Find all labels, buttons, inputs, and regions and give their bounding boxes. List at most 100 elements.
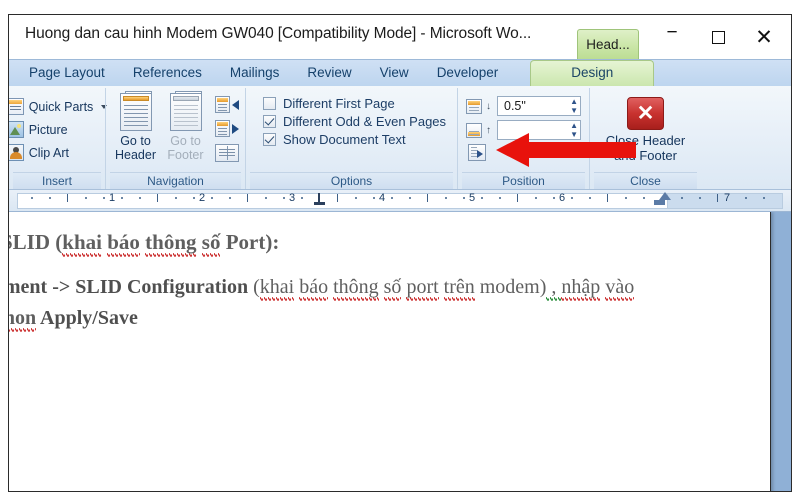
tab-references[interactable]: References <box>119 61 216 86</box>
clip-art-icon <box>9 144 24 161</box>
stepper-down-icon[interactable]: ▼ <box>570 131 578 139</box>
misspelled-word: trên <box>443 276 475 303</box>
ruler-tick <box>589 197 591 199</box>
tab-review[interactable]: Review <box>293 61 365 86</box>
window-controls: − ✕ <box>649 19 787 55</box>
document-line-1: SLID (khai báo thông số Port): <box>9 230 279 255</box>
tab-view[interactable]: View <box>366 61 423 86</box>
line3-bold-text: Apply/Save <box>36 307 138 329</box>
close-icon[interactable]: ✕ <box>741 20 787 54</box>
stepper-down-icon[interactable]: ▼ <box>570 107 578 115</box>
stepper-up-icon[interactable]: ▲ <box>570 98 578 106</box>
misspelled-word: khai <box>62 230 102 259</box>
ribbon-group-navigation: Go to Header Go to Footer Navigation <box>105 88 245 189</box>
ruler-half-tick <box>67 194 68 202</box>
ruler-number-3: 3 <box>288 192 296 204</box>
tab-page-layout[interactable]: Page Layout <box>15 61 119 86</box>
go-to-footer-button[interactable]: Go to Footer <box>161 91 211 162</box>
close-button-label-line2: and Footer <box>614 148 677 163</box>
ribbon-tab-strip: Page Layout References Mailings Review V… <box>9 59 791 86</box>
insert-alignment-tab-row <box>466 144 581 161</box>
indent-marker-base[interactable] <box>654 200 665 205</box>
header-from-top-icon <box>466 98 482 114</box>
options-group-label: Options <box>250 172 453 189</box>
ruler-tick <box>445 197 447 199</box>
options-group-body: Different First Page Different Odd & Eve… <box>257 90 446 172</box>
close-header-and-footer-button[interactable]: ✕ Close Header and Footer <box>605 93 686 163</box>
insert-alignment-tab-icon[interactable] <box>468 144 486 161</box>
stepper-buttons[interactable]: ▲ ▼ <box>570 122 578 139</box>
misspelled-word: vào <box>605 276 635 303</box>
link-to-previous-icon <box>214 143 239 162</box>
close-header-footer-icon: ✕ <box>627 97 664 130</box>
clip-art-label: Clip Art <box>28 145 69 160</box>
checkbox-show-document-text[interactable]: Show Document Text <box>262 132 446 147</box>
grammar-error: , <box>546 276 562 301</box>
footer-bar <box>172 96 199 101</box>
ruler-tick <box>763 197 765 199</box>
insert-group-body: Quick Parts Picture Clip Art <box>9 90 109 172</box>
misspelled-word: số <box>383 276 402 303</box>
close-group-label: Close <box>594 172 697 189</box>
document-line-2: ement -> SLID Configuration (khai báo th… <box>9 276 635 301</box>
ruler-half-tick <box>337 194 338 202</box>
ruler-half-tick <box>717 194 718 202</box>
ruler-tick <box>643 197 645 199</box>
line1-suffix: Port): <box>220 230 280 254</box>
checkbox-label: Different Odd & Even Pages <box>282 114 447 129</box>
tab-mailings[interactable]: Mailings <box>216 61 294 86</box>
navigation-group-label: Navigation <box>110 172 241 189</box>
document-page[interactable]: SLID (khai báo thông số Port): ement -> … <box>9 212 771 491</box>
tab-developer[interactable]: Developer <box>423 61 513 86</box>
ruler-tick <box>463 197 465 199</box>
footer-from-bottom-stepper[interactable]: ▲ ▼ <box>497 120 581 140</box>
ruler-tick <box>229 197 231 199</box>
misspelled-word: khai <box>259 276 295 303</box>
header-from-top-stepper[interactable]: 0.5" ▲ ▼ <box>497 96 581 116</box>
picture-icon <box>9 121 24 138</box>
previous-section-button[interactable] <box>214 94 241 115</box>
checkbox-different-odd-even-pages[interactable]: Different Odd & Even Pages <box>262 114 447 129</box>
link-to-previous-button[interactable] <box>214 142 241 163</box>
window-title: Huong dan cau hinh Modem GW040 [Compatib… <box>25 25 532 42</box>
ribbon: Quick Parts Picture Clip Art Insert Go t… <box>9 86 791 190</box>
stepper-buttons[interactable]: ▲ ▼ <box>570 98 578 115</box>
document-area[interactable]: SLID (khai báo thông số Port): ement -> … <box>9 212 791 491</box>
ruler-number-2: 2 <box>198 192 206 204</box>
arrow-down-icon: ↓ <box>486 100 491 112</box>
line1-prefix: SLID ( <box>9 230 63 254</box>
ruler-tick <box>175 197 177 199</box>
header-bar <box>122 96 149 101</box>
footer-from-bottom-icon <box>466 122 482 138</box>
stepper-up-icon[interactable]: ▲ <box>570 122 578 130</box>
position-group-label: Position <box>462 172 585 189</box>
ruler-tick <box>699 197 701 199</box>
misspelled-word: nhập <box>561 276 601 303</box>
ruler-number-6: 6 <box>558 192 566 204</box>
go-to-header-label-line2: Header <box>115 148 156 162</box>
clip-art-button[interactable]: Clip Art <box>9 141 109 164</box>
position-group-body: ↓ 0.5" ▲ ▼ ↑ ▲ ▼ <box>466 90 581 172</box>
triangle-right-icon <box>231 123 239 134</box>
go-to-header-button[interactable]: Go to Header <box>111 91 161 162</box>
ribbon-group-position: ↓ 0.5" ▲ ▼ ↑ ▲ ▼ Position <box>457 88 589 189</box>
ruler-tick <box>211 197 213 199</box>
indent-marker-icon[interactable] <box>659 192 671 200</box>
minimize-icon[interactable]: − <box>649 20 695 54</box>
window-frame: Huong dan cau hinh Modem GW040 [Compatib… <box>8 14 792 492</box>
ruler-tick <box>373 197 375 199</box>
next-section-button[interactable] <box>214 118 241 139</box>
horizontal-ruler[interactable]: 1 2 3 4 5 6 7 <box>9 190 791 212</box>
tab-design[interactable]: Design <box>530 60 655 86</box>
insert-items: Quick Parts Picture Clip Art <box>9 93 109 164</box>
ruler-tick <box>193 197 195 199</box>
navigation-small-buttons <box>211 93 241 163</box>
close-button-label-line1: Close Header <box>605 133 686 148</box>
checkbox-different-first-page[interactable]: Different First Page <box>262 96 446 111</box>
ruler-tick <box>391 197 393 199</box>
picture-button[interactable]: Picture <box>9 118 109 141</box>
ruler-half-tick <box>607 194 608 202</box>
maximize-button[interactable] <box>695 20 741 54</box>
quick-parts-button[interactable]: Quick Parts <box>9 95 109 118</box>
